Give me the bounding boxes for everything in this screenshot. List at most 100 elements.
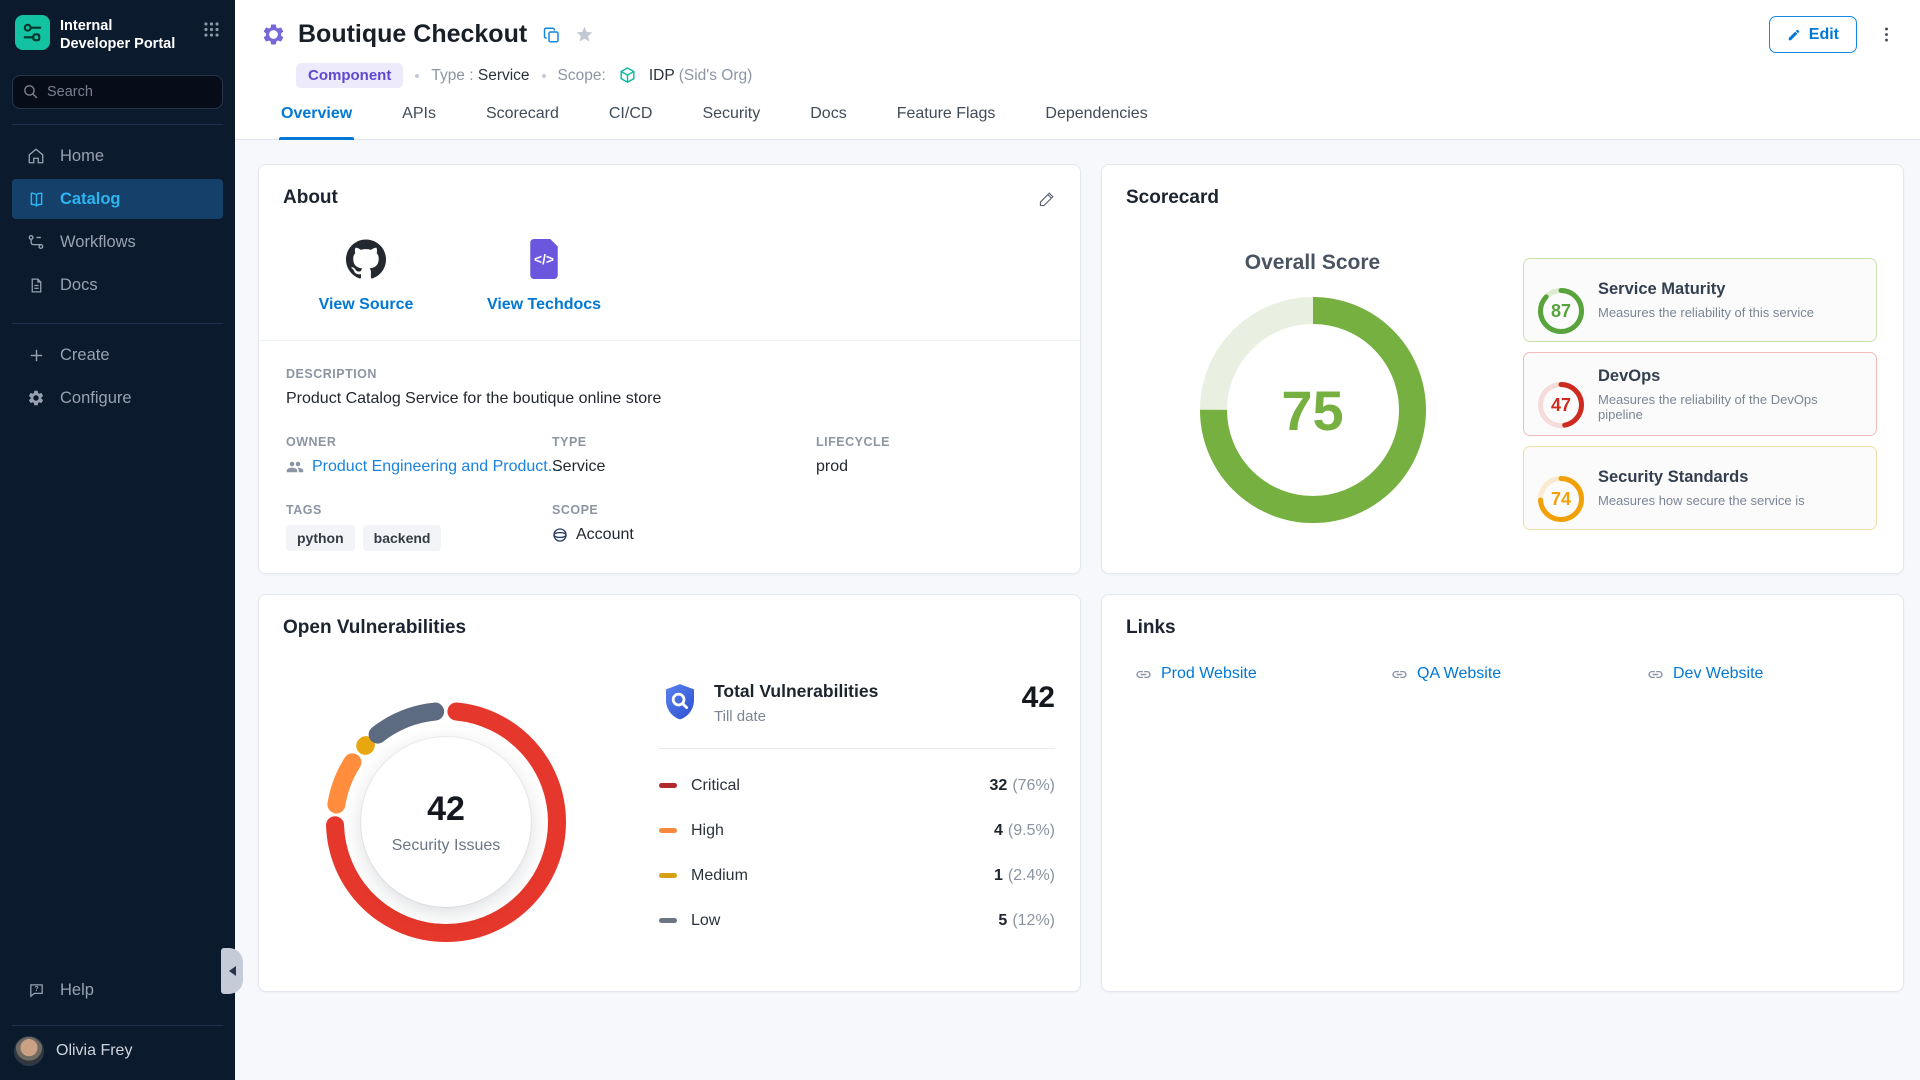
critical-marker [659, 783, 677, 788]
tag-chip[interactable]: python [286, 525, 355, 551]
search-input[interactable] [12, 75, 223, 109]
breadcrumb-dot [415, 74, 419, 78]
tab-apis[interactable]: APIs [402, 105, 436, 139]
scorecard-item-desc: Measures the reliability of the DevOps p… [1598, 392, 1862, 422]
tab-overview[interactable]: Overview [281, 105, 352, 139]
sidebar-item-docs[interactable]: Docs [12, 265, 223, 305]
severity-count: 4 [994, 822, 1003, 840]
link-dev-website[interactable]: Dev Website [1647, 665, 1903, 683]
overall-score-value: 75 [1281, 378, 1343, 443]
sidebar-item-label: Catalog [60, 190, 121, 209]
severity-pct: (9.5%) [1008, 822, 1055, 840]
kebab-menu-icon[interactable] [1877, 25, 1896, 44]
severity-label: High [691, 822, 724, 840]
sidebar-item-label: Docs [60, 276, 98, 295]
app-logo-icon [15, 15, 50, 50]
sidebar: Internal Developer Portal Home [0, 0, 235, 1080]
sidebar-header: Internal Developer Portal [0, 0, 235, 53]
edit-button[interactable]: Edit [1769, 16, 1857, 53]
severity-label: Critical [691, 777, 740, 795]
total-vulnerabilities-title: Total Vulnerabilities [714, 681, 878, 702]
sidebar-divider [12, 323, 223, 324]
low-marker [659, 918, 677, 923]
tab-security[interactable]: Security [702, 105, 760, 139]
medium-marker [659, 873, 677, 878]
help-icon: ? [26, 980, 46, 1000]
sidebar-item-home[interactable]: Home [12, 136, 223, 176]
total-vulnerabilities-value: 42 [1022, 681, 1055, 715]
breadcrumb-dot [542, 74, 546, 78]
type-field-label: TYPE [552, 435, 816, 449]
owner-label: OWNER [286, 435, 552, 449]
content: About View Source </> View Techdocs [235, 140, 1920, 1080]
breadcrumb: Component Type : Service Scope: IDP (Sid… [296, 63, 1920, 88]
entity-kind-badge: Component [296, 63, 403, 88]
link-label: QA Website [1417, 665, 1501, 683]
view-techdocs-label: View Techdocs [487, 296, 601, 314]
scorecard-item-devops[interactable]: 47 DevOps Measures the reliability of th… [1523, 352, 1877, 436]
shield-scan-icon [659, 681, 701, 728]
lifecycle-value: prod [816, 458, 1056, 476]
links-card: Links Prod Website QA Website [1101, 594, 1904, 992]
severity-count: 5 [998, 912, 1007, 930]
tab-cicd[interactable]: CI/CD [609, 105, 653, 139]
sidebar-item-label: Create [60, 346, 110, 365]
catalog-icon [26, 189, 46, 209]
scope-field-label: SCOPE [552, 503, 816, 517]
tab-feature-flags[interactable]: Feature Flags [897, 105, 996, 139]
sidebar-item-workflows[interactable]: Workflows [12, 222, 223, 262]
scorecard-item-desc: Measures the reliability of this service [1598, 305, 1814, 320]
view-source-link[interactable]: View Source [301, 239, 431, 314]
vulnerabilities-card: Open Vulnerabilities 42 Security Issues … [258, 594, 1081, 992]
tags-label: TAGS [286, 503, 552, 517]
high-marker [659, 828, 677, 833]
devops-score: 47 [1551, 395, 1571, 416]
vulnerabilities-donut-chart: 42 Security Issues [326, 702, 566, 942]
page-title: Boutique Checkout [298, 20, 527, 49]
svg-text:</>: </> [534, 252, 554, 267]
chevron-left-icon [229, 966, 236, 976]
link-prod-website[interactable]: Prod Website [1135, 665, 1391, 683]
tab-dependencies[interactable]: Dependencies [1045, 105, 1147, 139]
sidebar-item-configure[interactable]: Configure [12, 378, 223, 418]
severity-label: Low [691, 912, 720, 930]
severity-pct: (76%) [1012, 777, 1055, 795]
scope-value: IDP [649, 67, 675, 84]
link-chain-icon [1135, 666, 1152, 683]
security-standards-score: 74 [1551, 489, 1571, 510]
app-name: Internal Developer Portal [60, 15, 175, 53]
sidebar-collapse-handle[interactable] [221, 948, 243, 994]
scorecard-item-security-standards[interactable]: 74 Security Standards Measures how secur… [1523, 446, 1877, 530]
page-header: Boutique Checkout Edit Component Type : … [235, 0, 1920, 140]
edit-button-label: Edit [1809, 26, 1839, 44]
tab-scorecard[interactable]: Scorecard [486, 105, 559, 139]
sidebar-item-create[interactable]: Create [12, 335, 223, 375]
view-techdocs-link[interactable]: </> View Techdocs [479, 239, 609, 314]
tab-docs[interactable]: Docs [810, 105, 846, 139]
star-icon[interactable] [575, 25, 594, 44]
copy-icon[interactable] [543, 26, 561, 44]
people-icon [286, 458, 304, 476]
user-name: Olivia Frey [56, 1042, 132, 1060]
user-menu[interactable]: Olivia Frey [0, 1026, 235, 1066]
view-source-label: View Source [319, 296, 414, 314]
scorecard-card: Scorecard Overall Score 75 87 [1101, 164, 1904, 574]
link-label: Dev Website [1673, 665, 1763, 683]
scorecard-item-title: Security Standards [1598, 468, 1805, 487]
till-date-label: Till date [714, 708, 878, 725]
sidebar-item-label: Configure [60, 389, 132, 408]
component-gear-icon [261, 22, 286, 47]
tag-chip[interactable]: backend [363, 525, 442, 551]
type-field-value: Service [552, 458, 816, 476]
sidebar-item-label: Help [60, 981, 94, 1000]
owner-link[interactable]: Product Engineering and Product... [286, 458, 552, 476]
edit-about-pencil-icon[interactable] [1039, 190, 1056, 207]
sidebar-item-help[interactable]: ? Help [12, 970, 223, 1010]
link-qa-website[interactable]: QA Website [1391, 665, 1647, 683]
scope-field-value: Account [576, 526, 634, 544]
plus-icon [26, 345, 46, 365]
app-switcher-grid-icon[interactable] [202, 20, 221, 44]
scorecard-item-service-maturity[interactable]: 87 Service Maturity Measures the reliabi… [1523, 258, 1877, 342]
sidebar-item-catalog[interactable]: Catalog [12, 179, 223, 219]
severity-row-medium: Medium 1 (2.4%) [659, 853, 1055, 898]
